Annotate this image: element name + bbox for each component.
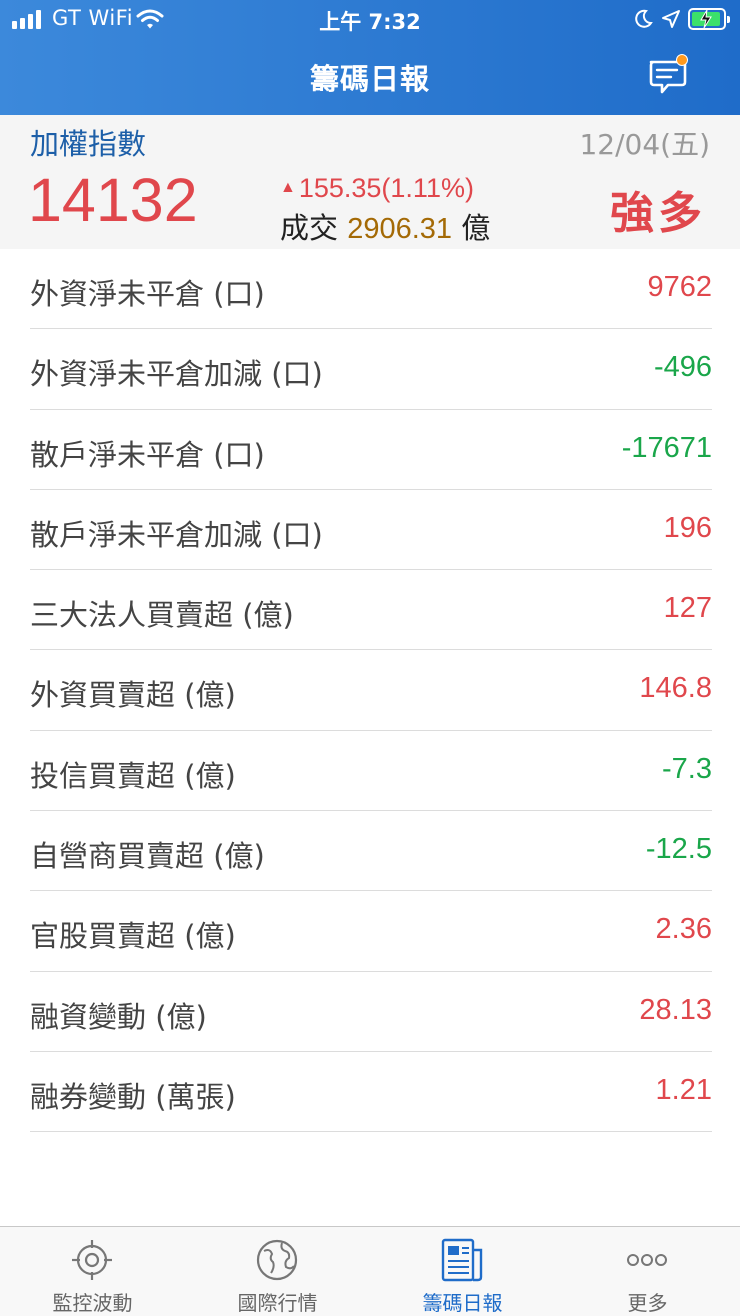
item-label: 融券變動 (萬張) xyxy=(30,1079,236,1114)
chip-report-list: 外資淨未平倉 (口) 9762 外資淨未平倉加減 (口) -496 散戶淨未平倉 (… xyxy=(30,249,712,1133)
list-item: 自營商買賣超 (億) -12.5 xyxy=(30,811,712,892)
moon-icon xyxy=(635,9,653,28)
list-item: 散戶淨未平倉 (口) -17671 xyxy=(30,410,712,490)
page-title: 籌碼日報 xyxy=(309,62,430,96)
item-label: 自營商買賣超 (億) xyxy=(30,839,265,874)
item-value: -12.5 xyxy=(645,833,712,866)
index-change: ▲ 155.35(1.11%) xyxy=(280,173,474,204)
list-item: 三大法人買賣超 (億) 127 xyxy=(30,570,712,651)
tab-label: 監控波動 xyxy=(52,1291,133,1315)
volume-label: 成交 xyxy=(280,211,339,245)
volume-value: 2906.31 xyxy=(347,213,453,245)
tab-label: 國際行情 xyxy=(237,1291,318,1315)
tab-bar: 監控波動 國際行情 籌碼日報 更多 xyxy=(0,1226,740,1316)
list-item: 外資淨未平倉 (口) 9762 xyxy=(30,249,712,330)
item-label: 官股買賣超 (億) xyxy=(30,919,236,954)
newspaper-icon xyxy=(441,1238,483,1282)
item-value: -7.3 xyxy=(662,752,712,785)
tab-monitor[interactable]: 監控波動 xyxy=(0,1227,185,1316)
more-icon xyxy=(627,1254,667,1266)
item-label: 外資淨未平倉 (口) xyxy=(30,277,265,311)
item-value: 28.13 xyxy=(639,993,712,1026)
index-volume: 成交 2906.31 億 xyxy=(280,205,490,247)
trend-badge: 強多 xyxy=(610,188,706,239)
list-item: 官股買賣超 (億) 2.36 xyxy=(30,891,712,972)
list-item: 散戶淨未平倉加減 (口) 196 xyxy=(30,490,712,571)
item-value: 9762 xyxy=(647,271,712,303)
index-change-value: 155.35(1.11%) xyxy=(298,173,474,203)
volume-unit: 億 xyxy=(461,211,491,245)
item-label: 散戶淨未平倉加減 (口) xyxy=(30,517,323,552)
item-value: 1.21 xyxy=(655,1073,712,1106)
status-bar: GT WiFi 上午 7:32 xyxy=(0,0,740,40)
index-summary: 加權指數 12/04(五) 14132 ▲ 155.35(1.11%) 成交 29… xyxy=(0,115,740,249)
item-value: 127 xyxy=(663,592,712,625)
list-item: 融資變動 (億) 28.13 xyxy=(30,972,712,1052)
item-value: 146.8 xyxy=(639,672,712,705)
item-value: -17671 xyxy=(621,431,712,464)
item-value: 2.36 xyxy=(655,913,712,946)
index-name: 加權指數 xyxy=(30,127,147,161)
location-arrow-icon xyxy=(662,10,680,28)
item-label: 融資變動 (億) xyxy=(30,999,207,1034)
item-label: 外資淨未平倉加減 (口) xyxy=(30,357,323,392)
app-header: GT WiFi 上午 7:32 籌碼日報 xyxy=(0,0,740,115)
tab-label: 籌碼日報 xyxy=(422,1291,503,1315)
tab-international[interactable]: 國際行情 xyxy=(185,1227,370,1316)
status-time: 上午 7:32 xyxy=(319,10,421,34)
tab-chip-report[interactable]: 籌碼日報 xyxy=(370,1227,555,1316)
tab-label: 更多 xyxy=(627,1291,668,1315)
item-label: 散戶淨未平倉 (口) xyxy=(30,437,265,472)
notification-dot xyxy=(676,54,688,66)
index-value: 14132 xyxy=(28,166,198,234)
list-item: 投信買賣超 (億) -7.3 xyxy=(30,731,712,812)
item-label: 外資買賣超 (億) xyxy=(30,678,236,713)
list-item: 外資淨未平倉加減 (口) -496 xyxy=(30,329,712,410)
list-item: 外資買賣超 (億) 146.8 xyxy=(30,650,712,731)
list-item: 融券變動 (萬張) 1.21 xyxy=(30,1052,712,1133)
tab-more[interactable]: 更多 xyxy=(555,1227,740,1316)
index-date: 12/04(五) xyxy=(579,128,710,161)
item-value: 196 xyxy=(663,511,712,544)
globe-icon xyxy=(256,1239,298,1281)
target-icon xyxy=(72,1240,112,1280)
battery-icon xyxy=(688,8,730,30)
item-value: -496 xyxy=(653,351,712,384)
item-label: 三大法人買賣超 (億) xyxy=(30,598,294,633)
item-label: 投信買賣超 (億) xyxy=(30,758,236,793)
up-triangle-icon: ▲ xyxy=(280,179,296,196)
charging-bolt-icon xyxy=(700,9,712,29)
